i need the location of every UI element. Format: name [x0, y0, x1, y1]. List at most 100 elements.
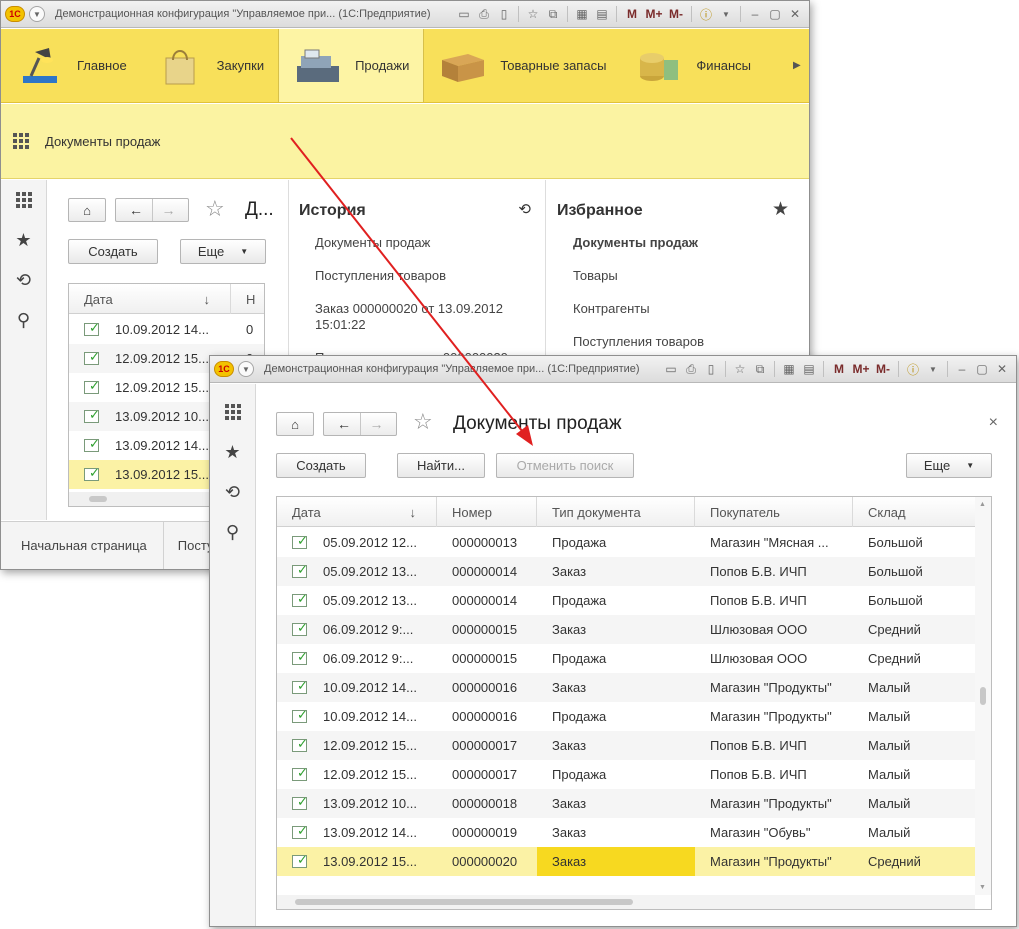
table-row[interactable]: 10.09.2012 14... 000000016 Продажа Магазин … [277, 702, 975, 731]
favorites-star-icon[interactable]: ★ [210, 432, 255, 472]
print-icon[interactable]: ⎙ [681, 359, 701, 379]
section-sales[interactable]: Продажи [278, 29, 425, 102]
section-purchases[interactable]: Закупки [141, 29, 278, 102]
save-icon[interactable]: ▭ [454, 4, 474, 24]
favorites-item[interactable]: Поступления товаров [573, 334, 704, 349]
calculator-icon[interactable]: ▦ [572, 4, 592, 24]
info-dropdown-icon[interactable]: ▼ [923, 359, 943, 379]
minimize-icon[interactable]: ‒ [952, 359, 972, 379]
close-icon[interactable]: ✕ [992, 359, 1012, 379]
find-button[interactable]: Найти... [397, 453, 485, 478]
memory-plus-button[interactable]: M+ [643, 4, 665, 24]
horizontal-scrollbar[interactable] [277, 895, 975, 909]
table-row[interactable]: 13.09.2012 10... 000000018 Заказ Магазин "П… [277, 789, 975, 818]
vertical-scrollbar[interactable]: ▲ ▼ [975, 497, 991, 895]
memory-minus-button[interactable]: M- [665, 4, 687, 24]
all-functions-icon[interactable] [13, 133, 29, 149]
home-button[interactable]: ⌂ [276, 412, 314, 436]
star-icon[interactable]: ★ [772, 198, 789, 221]
column-store[interactable]: Склад [853, 497, 977, 527]
menu-grid-icon[interactable] [210, 392, 255, 432]
scroll-down-icon[interactable]: ▼ [979, 884, 986, 891]
maximize-icon[interactable]: ▢ [765, 4, 785, 24]
search-icon[interactable]: ⚲ [210, 512, 255, 552]
favorites-item[interactable]: Документы продаж [573, 235, 698, 250]
link-icon[interactable]: ⧉ [543, 4, 563, 24]
tab-home-page[interactable]: Начальная страница [1, 522, 164, 569]
print-icon[interactable]: ⎙ [474, 4, 494, 24]
save-icon[interactable]: ▭ [661, 359, 681, 379]
info-icon[interactable]: ⓘ [903, 359, 923, 379]
back-arrow-icon[interactable]: ← [120, 199, 152, 221]
link-icon[interactable]: ⧉ [750, 359, 770, 379]
star-outline-icon[interactable]: ☆ [205, 196, 225, 222]
scroll-up-icon[interactable]: ▲ [979, 501, 986, 508]
table-row[interactable]: 12.09.2012 15... 000000017 Продажа Попов Б.… [277, 760, 975, 789]
table-row[interactable]: 10.09.2012 14... 000000016 Заказ Магазин "П… [277, 673, 975, 702]
close-form-icon[interactable]: × [989, 414, 998, 432]
calendar-icon[interactable]: ▤ [799, 359, 819, 379]
table-row[interactable]: 05.09.2012 13... 000000014 Продажа Попов Б.… [277, 586, 975, 615]
history-item[interactable]: Заказ 000000020 от 13.09.2012 15:01:22 [315, 301, 515, 333]
favorites-item[interactable]: Контрагенты [573, 301, 650, 316]
forward-arrow-icon[interactable]: → [152, 199, 184, 221]
search-icon[interactable]: ⚲ [1, 300, 46, 340]
memory-m-button[interactable]: M [621, 4, 643, 24]
menu-grid-icon[interactable] [1, 180, 46, 220]
favorite-add-icon[interactable]: ☆ [730, 359, 750, 379]
preview-icon[interactable]: ▯ [494, 4, 514, 24]
function-panel-item[interactable]: Документы продаж [45, 134, 160, 149]
more-button[interactable]: Еще ▼ [906, 453, 992, 478]
memory-plus-button[interactable]: M+ [850, 359, 872, 379]
column-buyer[interactable]: Покупатель [695, 497, 853, 527]
info-dropdown-icon[interactable]: ▼ [716, 4, 736, 24]
memory-m-button[interactable]: M [828, 359, 850, 379]
minimize-icon[interactable]: ‒ [745, 4, 765, 24]
home-button[interactable]: ⌂ [68, 198, 106, 222]
cancel-search-button[interactable]: Отменить поиск [496, 453, 634, 478]
column-date[interactable]: Дата ↓ [69, 284, 231, 314]
calculator-icon[interactable]: ▦ [779, 359, 799, 379]
section-finance[interactable]: Финансы [620, 29, 765, 102]
sections-scroll-right-icon[interactable]: ▶ [793, 29, 809, 102]
favorites-star-icon[interactable]: ★ [1, 220, 46, 260]
table-row[interactable]: 05.09.2012 12... 000000013 Продажа Магазин … [277, 528, 975, 557]
table-row[interactable]: 13.09.2012 14... 000000019 Заказ Магазин "О… [277, 818, 975, 847]
column-date[interactable]: Дата ↓ [277, 497, 437, 527]
preview-icon[interactable]: ▯ [701, 359, 721, 379]
scroll-thumb[interactable] [295, 899, 633, 905]
close-icon[interactable]: ✕ [785, 4, 805, 24]
table-row[interactable]: 05.09.2012 13... 000000014 Заказ Попов Б.В.… [277, 557, 975, 586]
scroll-thumb[interactable] [980, 687, 986, 705]
scroll-thumb[interactable] [89, 496, 107, 502]
forward-arrow-icon[interactable]: → [360, 413, 392, 435]
back-arrow-icon[interactable]: ← [328, 413, 360, 435]
star-outline-icon[interactable]: ☆ [413, 409, 433, 435]
column-number[interactable]: Н [231, 284, 264, 314]
1c-logo-icon[interactable]: 1С [214, 361, 234, 377]
calendar-icon[interactable]: ▤ [592, 4, 612, 24]
history-icon[interactable]: ⟲ [518, 200, 531, 218]
table-row[interactable]: 06.09.2012 9:... 000000015 Продажа Шлюзовая… [277, 644, 975, 673]
1c-logo-icon[interactable]: 1С [5, 6, 25, 22]
table-row[interactable]: 06.09.2012 9:... 000000015 Заказ Шлюзовая О… [277, 615, 975, 644]
column-number[interactable]: Номер [437, 497, 537, 527]
table-row[interactable]: 13.09.2012 15... 000000020 Заказ Магазин "П… [277, 847, 975, 876]
memory-minus-button[interactable]: M- [872, 359, 894, 379]
favorites-item[interactable]: Товары [573, 268, 618, 283]
favorite-add-icon[interactable]: ☆ [523, 4, 543, 24]
table-row[interactable]: 10.09.2012 14... 0 [69, 315, 264, 344]
history-item[interactable]: Поступления товаров [315, 268, 446, 283]
create-button[interactable]: Создать [276, 453, 366, 478]
main-menu-icon[interactable]: ▼ [238, 361, 254, 377]
info-icon[interactable]: ⓘ [696, 4, 716, 24]
maximize-icon[interactable]: ▢ [972, 359, 992, 379]
column-doc-type[interactable]: Тип документа [537, 497, 695, 527]
more-button[interactable]: Еще ▼ [180, 239, 266, 264]
history-icon[interactable]: ⟲ [210, 472, 255, 512]
section-main[interactable]: Главное [1, 29, 141, 102]
create-button[interactable]: Создать [68, 239, 158, 264]
table-row[interactable]: 12.09.2012 15... 000000017 Заказ Попов Б.В.… [277, 731, 975, 760]
history-item[interactable]: Документы продаж [315, 235, 430, 250]
history-icon[interactable]: ⟲ [1, 260, 46, 300]
